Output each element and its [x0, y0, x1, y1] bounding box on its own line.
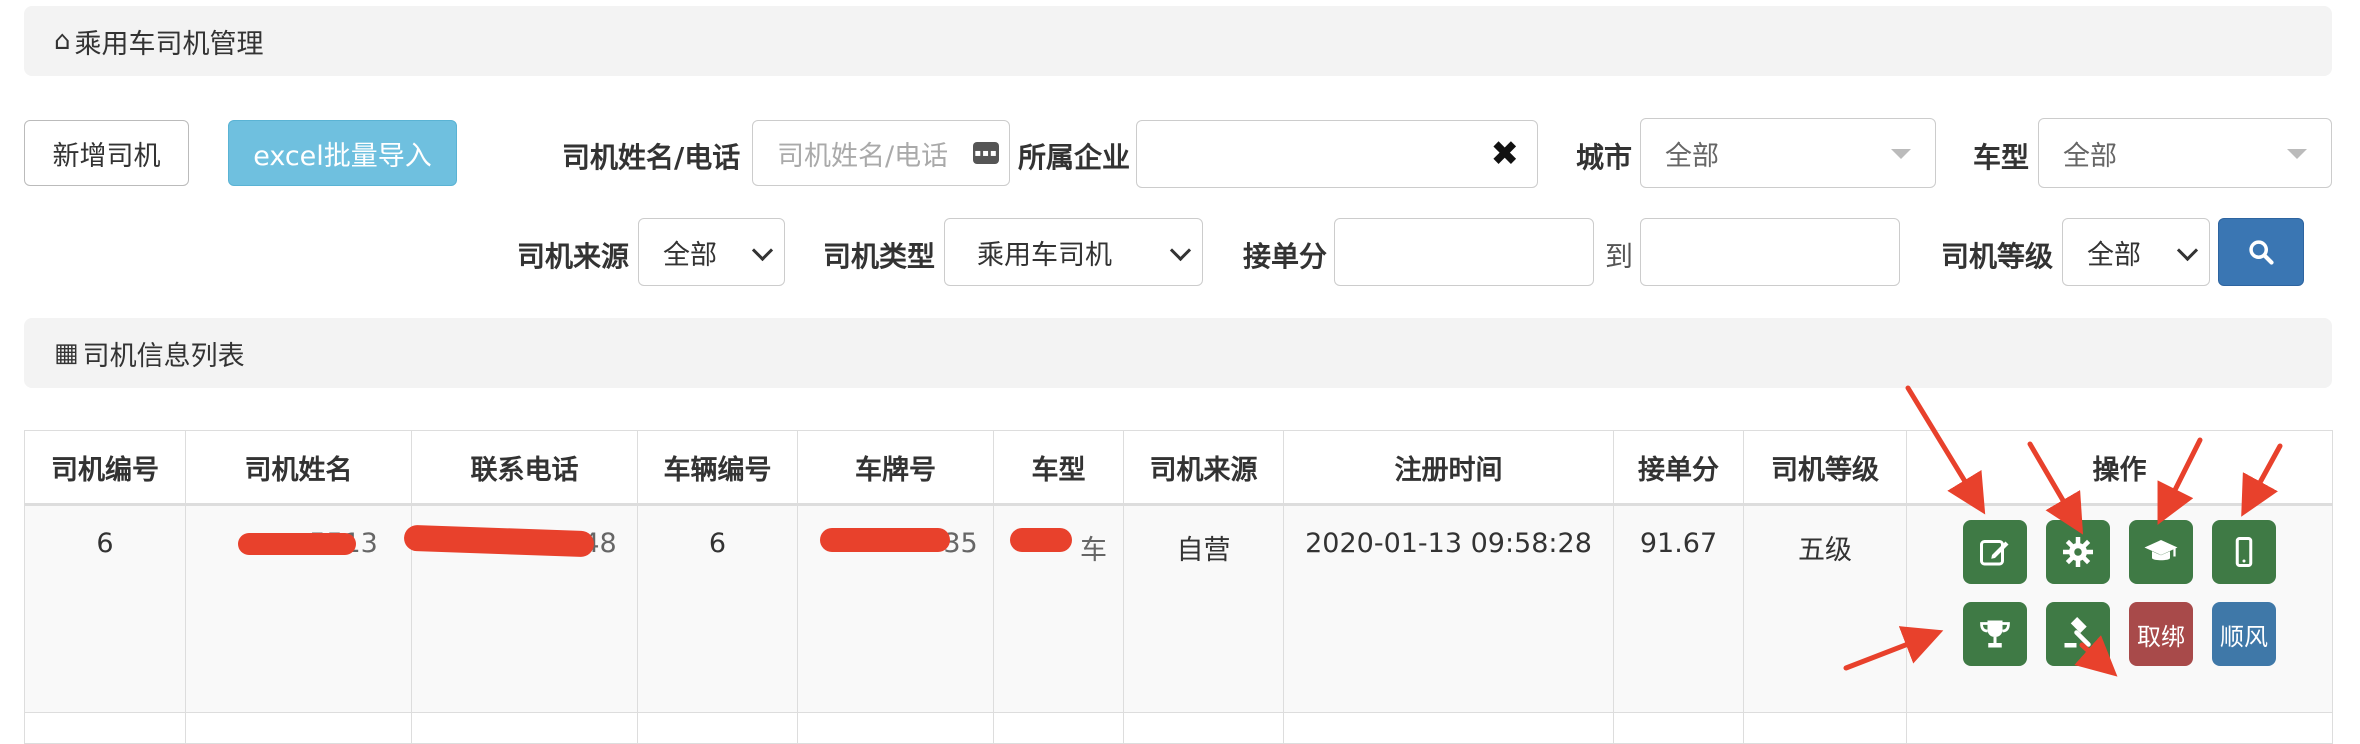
cell-vehicle-id: 6: [637, 504, 798, 713]
source-select[interactable]: 全部: [638, 218, 785, 286]
caret-down-icon: [2287, 149, 2307, 159]
source-value: 全部: [663, 239, 717, 271]
city-select[interactable]: 全部: [1640, 118, 1936, 188]
keyboard-icon[interactable]: ▪▪▪: [973, 142, 999, 164]
edit-button[interactable]: [1963, 520, 2027, 584]
car-type-label: 车型: [1973, 141, 2030, 174]
table-cell: [1613, 712, 1744, 744]
page-title: 乘用车司机管理: [74, 28, 264, 60]
cell-register-time: 2020-01-13 09:58:28: [1283, 504, 1614, 713]
table-cell: [411, 712, 638, 744]
graduation-cap-icon: [2144, 540, 2178, 561]
edit-icon: [1980, 540, 2009, 566]
training-button[interactable]: [2129, 520, 2193, 584]
carpool-button[interactable]: 顺风: [2212, 602, 2276, 666]
table-cell: [797, 712, 994, 744]
driver-type-value: 乘用车司机: [977, 239, 1112, 271]
car-type-select[interactable]: 全部: [2038, 118, 2332, 188]
column-header[interactable]: 车辆编号: [637, 430, 798, 506]
redaction-mark: [238, 533, 356, 555]
caret-down-icon: [1891, 149, 1911, 159]
excel-import-button[interactable]: excel批量导入: [228, 120, 457, 186]
unbind-button[interactable]: 取绑: [2129, 602, 2193, 666]
mobile-icon: [2235, 537, 2253, 567]
action-group: 取绑 顺风: [1907, 520, 2332, 666]
breadcrumb: ⌂ 乘用车司机管理: [24, 6, 2332, 76]
score-to-input[interactable]: [1640, 218, 1900, 286]
penalty-button[interactable]: [2046, 602, 2110, 666]
column-header: 操作: [1906, 430, 2333, 506]
trophy-button[interactable]: [1963, 602, 2027, 666]
gear-icon: [2063, 537, 2093, 567]
city-label: 城市: [1576, 141, 1633, 174]
table-header-row: 司机编号 司机姓名 联系电话 车辆编号 车牌号 车型 司机来源 注册时间 接单分…: [24, 430, 2333, 506]
redaction-mark: [820, 528, 950, 552]
table-row: 6 5513 48 6 35 车 自营 2020-01-13 09:58:28 …: [24, 504, 2333, 713]
table-cell: [1743, 712, 1907, 744]
mobile-button[interactable]: [2212, 520, 2276, 584]
redaction-mark: [1010, 528, 1072, 552]
home-icon: ⌂: [54, 26, 71, 56]
score-from-input[interactable]: [1334, 218, 1594, 286]
table-cell: [993, 712, 1124, 744]
cell-score: 91.67: [1613, 504, 1744, 713]
gavel-icon: [2064, 617, 2091, 648]
add-driver-button[interactable]: 新增司机: [24, 120, 189, 186]
chevron-down-icon: [1169, 239, 1192, 262]
trophy-icon: [1980, 620, 2010, 648]
car-type-value: 全部: [2063, 140, 2117, 172]
level-select[interactable]: 全部: [2062, 218, 2210, 286]
chevron-down-icon: [751, 239, 774, 262]
name-phone-label: 司机姓名/电话: [562, 141, 741, 174]
table-icon: ▦: [54, 338, 79, 368]
column-header[interactable]: 司机编号: [24, 430, 186, 506]
city-value: 全部: [1665, 140, 1719, 172]
name-phone-placeholder: 司机姓名/电话: [777, 140, 949, 172]
settings-button[interactable]: [2046, 520, 2110, 584]
table-cell: [1283, 712, 1614, 744]
level-label: 司机等级: [1941, 240, 2054, 273]
clear-icon[interactable]: ✖: [1491, 134, 1520, 174]
company-select[interactable]: ✖: [1136, 120, 1538, 188]
column-header[interactable]: 司机姓名: [185, 430, 412, 506]
cell-level: 五级: [1743, 504, 1907, 713]
cell-driver-id: 6: [24, 504, 186, 713]
cell-source: 自营: [1123, 504, 1284, 713]
driver-type-label: 司机类型: [823, 240, 936, 273]
list-header: ▦ 司机信息列表: [24, 318, 2332, 388]
search-button[interactable]: [2218, 218, 2304, 286]
table-row: [24, 712, 2333, 744]
list-title: 司机信息列表: [82, 340, 245, 372]
level-value: 全部: [2087, 239, 2141, 271]
column-header[interactable]: 车牌号: [797, 430, 994, 506]
column-header[interactable]: 司机来源: [1123, 430, 1284, 506]
score-label: 接单分: [1243, 240, 1328, 273]
driver-table: 司机编号 司机姓名 联系电话 车辆编号 车牌号 车型 司机来源 注册时间 接单分…: [24, 430, 2333, 744]
table-cell: [637, 712, 798, 744]
chevron-down-icon: [2176, 239, 2199, 262]
column-header[interactable]: 司机等级: [1743, 430, 1907, 506]
name-phone-input[interactable]: 司机姓名/电话 ▪▪▪: [752, 120, 1010, 186]
driver-type-select[interactable]: 乘用车司机: [944, 218, 1203, 286]
table-cell: [185, 712, 412, 744]
search-icon: [2249, 240, 2274, 265]
table-cell: [1123, 712, 1284, 744]
cell-actions: 取绑 顺风: [1906, 504, 2333, 713]
table-cell: [1906, 712, 2333, 744]
table-cell: [24, 712, 186, 744]
company-label: 所属企业: [1018, 141, 1131, 174]
column-header[interactable]: 联系电话: [411, 430, 638, 506]
column-header[interactable]: 接单分: [1613, 430, 1744, 506]
score-to-label: 到: [1605, 240, 1634, 273]
column-header[interactable]: 注册时间: [1283, 430, 1614, 506]
source-label: 司机来源: [517, 240, 630, 273]
column-header[interactable]: 车型: [993, 430, 1124, 506]
